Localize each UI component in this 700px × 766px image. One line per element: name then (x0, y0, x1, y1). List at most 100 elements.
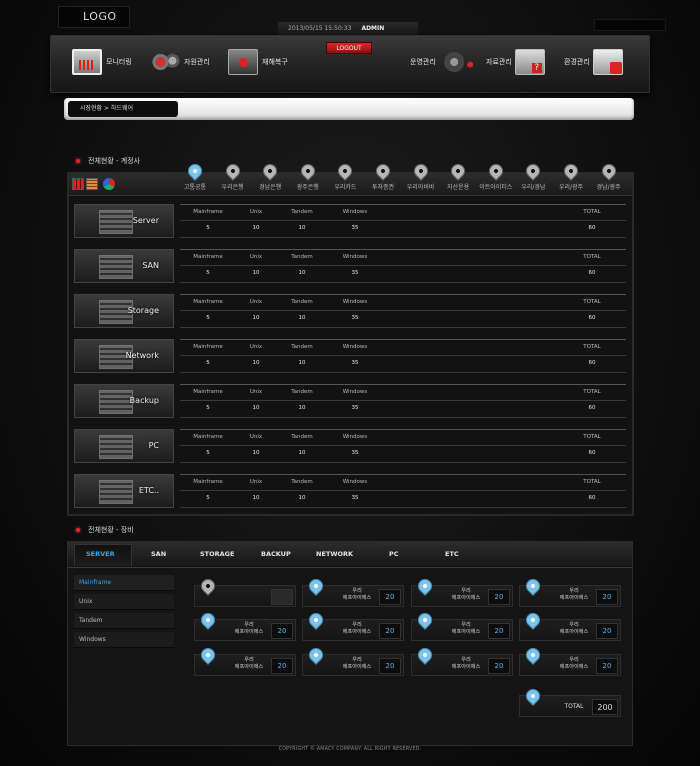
cell-value: 60 (588, 225, 596, 231)
region-label[interactable]: 경남/광주 (597, 182, 621, 191)
org-card[interactable]: 우리 에프아이에스 20 (519, 610, 621, 641)
region-label[interactable]: 우리카드 (334, 182, 356, 191)
side-item-tandem[interactable]: Tandem (74, 613, 174, 629)
org-card[interactable]: 우리 에프아이에스 20 (302, 645, 404, 676)
org-name-line: 에프아이에스 (559, 629, 589, 635)
tab-pc[interactable]: PC (389, 550, 399, 558)
grid-view-icon[interactable] (72, 178, 84, 190)
nav-label: 자원관리 (184, 58, 210, 66)
grid-line (180, 327, 626, 328)
org-count: 20 (596, 658, 618, 674)
cell-value: 60 (588, 360, 596, 366)
device-thumb[interactable]: Network (74, 339, 174, 373)
region-label[interactable]: 광주은행 (297, 182, 319, 191)
cell-value: 60 (588, 270, 596, 276)
org-card[interactable]: 우리 에프아이에스 20 (519, 576, 621, 607)
region-label[interactable]: 우리아비바 (407, 182, 435, 191)
cell-value: 5 (206, 360, 210, 366)
device-name: Storage (127, 306, 159, 315)
column-header: Unix (249, 389, 263, 395)
region-label[interactable]: 자산운용 (447, 182, 469, 191)
org-card[interactable] (194, 576, 296, 607)
column-header: Mainframe (193, 344, 223, 350)
side-item-mainframe[interactable]: Mainframe (74, 575, 174, 591)
tab-storage[interactable]: STORAGE (200, 550, 234, 558)
logout-button[interactable]: LOGOUT (326, 42, 372, 54)
column-header: TOTAL (583, 344, 601, 350)
org-count: 20 (488, 623, 510, 639)
device-thumb[interactable]: Backup (74, 384, 174, 418)
view-toggle (72, 178, 115, 190)
tab-etc[interactable]: ETC (445, 550, 459, 558)
tab-network[interactable]: NETWORK (316, 550, 353, 558)
device-thumb[interactable]: SAN (74, 249, 174, 283)
nav-operations[interactable]: 운영관리 (410, 47, 481, 77)
device-thumb[interactable]: Server (74, 204, 174, 238)
cell-value: 35 (351, 405, 359, 411)
nav-monitoring[interactable]: 모니터링 (72, 47, 132, 77)
device-thumb[interactable]: Storage (74, 294, 174, 328)
grid-line (180, 220, 626, 221)
total-value: 200 (592, 699, 618, 715)
nav-disaster-recovery[interactable]: 재해복구 (228, 47, 288, 77)
grid-line (180, 249, 626, 250)
tab-backup[interactable]: BACKUP (261, 550, 291, 558)
breadcrumb: 시장현황 > 하드웨어 (68, 101, 178, 117)
cell-value: 35 (351, 315, 359, 321)
cell-value: 60 (588, 315, 596, 321)
org-name: 우리 에프아이에스 (544, 622, 604, 636)
nav-resource[interactable]: 자원관리 (150, 47, 210, 77)
grid-line (180, 372, 626, 373)
region-label[interactable]: 우리/광주 (559, 182, 583, 191)
nav-environment[interactable]: 환경관리 (564, 47, 627, 77)
device-row: ETC.. Mainframe 5 Unix 10 Tandem 10 Windows 35 TO… (74, 474, 626, 508)
region-label[interactable]: 이트아이티스 (479, 182, 512, 191)
column-header: Tandem (291, 479, 313, 485)
cell-value: 5 (206, 315, 210, 321)
side-item-windows[interactable]: Windows (74, 632, 174, 648)
cell-value: 10 (298, 315, 306, 321)
org-name: 우리 에프아이에스 (219, 622, 279, 636)
column-header: Tandem (291, 299, 313, 305)
top-right-box (594, 19, 666, 31)
org-count: 20 (488, 589, 510, 605)
tab-san[interactable]: SAN (151, 550, 166, 558)
cell-value: 10 (252, 360, 260, 366)
device-thumb[interactable]: ETC.. (74, 474, 174, 508)
region-label[interactable]: 고통공통 (184, 182, 206, 191)
device-thumb[interactable]: PC (74, 429, 174, 463)
column-header: Tandem (291, 344, 313, 350)
tab-server[interactable]: SERVER (86, 550, 115, 558)
region-label[interactable]: 우리은행 (222, 182, 244, 191)
cell-value: 10 (252, 225, 260, 231)
region-label[interactable]: 투자증권 (372, 182, 394, 191)
region-label[interactable]: 경남은행 (259, 182, 281, 191)
org-card[interactable]: 우리 에프아이에스 20 (302, 610, 404, 641)
org-card[interactable]: 우리 에프아이에스 20 (411, 610, 513, 641)
column-header: TOTAL (583, 209, 601, 215)
org-card[interactable]: 우리 에프아이에스 20 (302, 576, 404, 607)
pie-view-icon[interactable] (103, 178, 115, 190)
org-card[interactable]: 우리 에프아이에스 20 (194, 645, 296, 676)
org-card[interactable]: 우리 에프아이에스 20 (411, 576, 513, 607)
org-card[interactable]: 우리 에프아이에스 20 (411, 645, 513, 676)
org-card[interactable]: 우리 에프아이에스 20 (194, 610, 296, 641)
nav-data[interactable]: 자료관리 (486, 47, 549, 77)
column-header: Tandem (291, 434, 313, 440)
ops-gears-icon (438, 49, 477, 75)
column-header: Unix (249, 209, 263, 215)
server-icon (228, 49, 258, 75)
side-item-unix[interactable]: Unix (74, 594, 174, 610)
footer: COPYRIGHT © AMACY COMPANY. ALL RIGHT RES… (278, 747, 422, 752)
device-grid: Mainframe 5 Unix 10 Tandem 10 Windows 35 TOTAL 60 (180, 204, 626, 238)
bullet-icon (76, 528, 80, 532)
region-label[interactable]: 우리/경남 (521, 182, 545, 191)
org-card[interactable]: 우리 에프아이에스 20 (519, 645, 621, 676)
org-count: 20 (596, 623, 618, 639)
cell-value: 5 (206, 450, 210, 456)
data-icon (514, 49, 545, 75)
org-name: 우리 에프아이에스 (327, 588, 387, 602)
org-name-line: 에프아이에스 (234, 664, 264, 670)
device-name: PC (148, 441, 159, 450)
list-view-icon[interactable] (86, 178, 98, 190)
